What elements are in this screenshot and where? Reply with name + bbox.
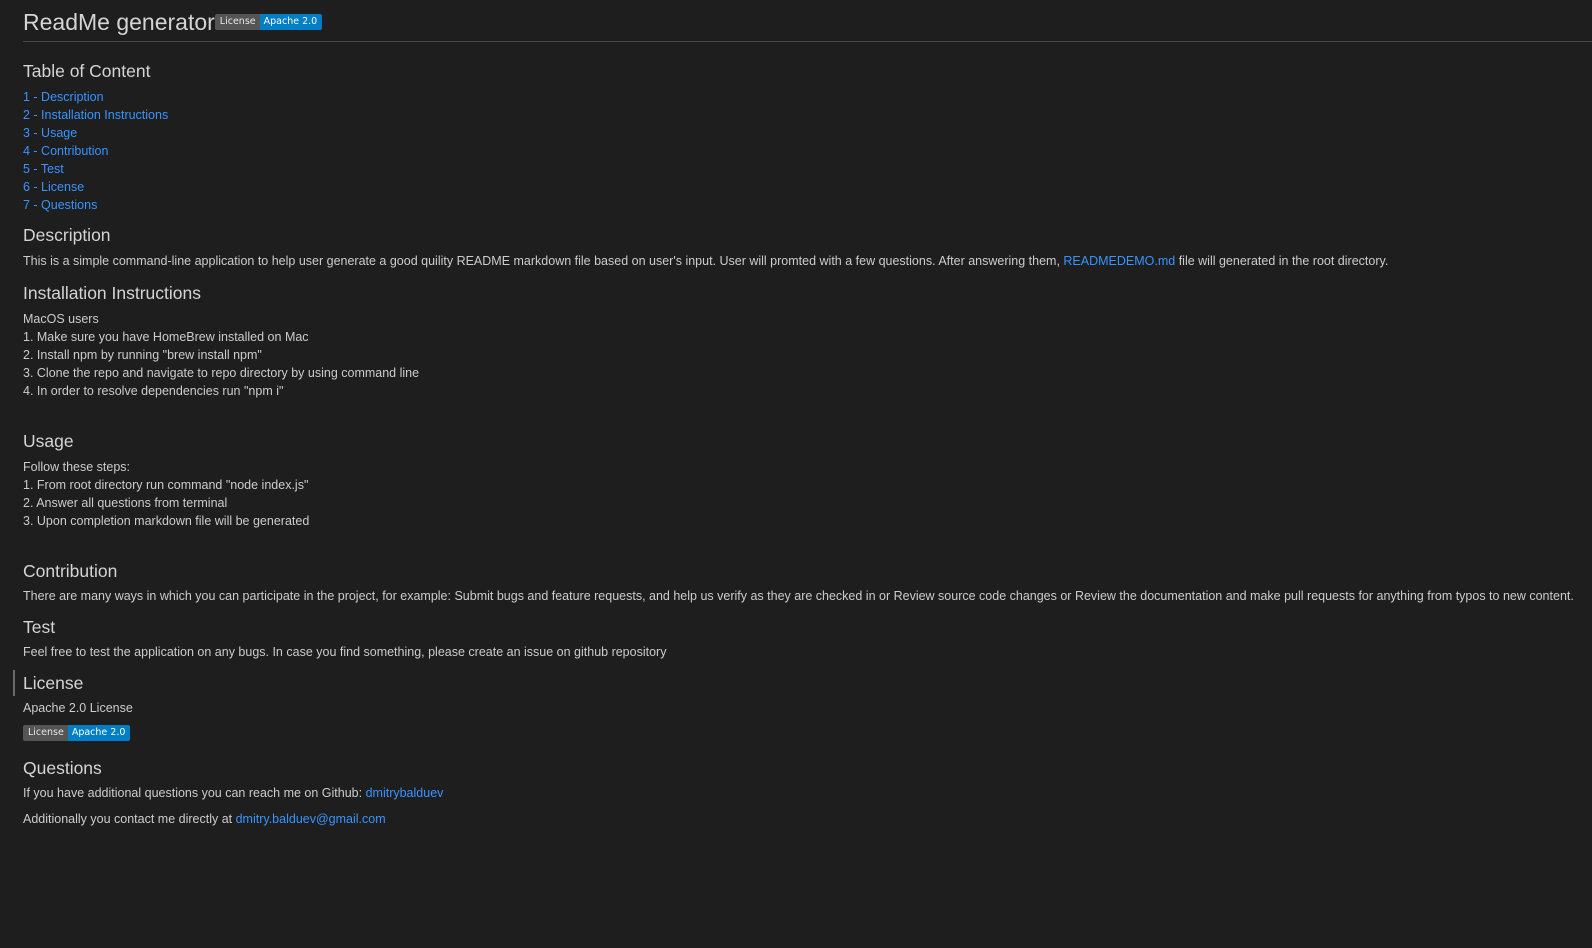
active-line-marker — [13, 670, 15, 696]
usage-line: 2. Answer all questions from terminal — [23, 496, 228, 510]
toc-link-test[interactable]: 5 - Test — [23, 160, 1592, 178]
toc-link-contribution[interactable]: 4 - Contribution — [23, 142, 1592, 160]
license-badge-value: Apache 2.0 — [259, 14, 323, 30]
test-text: Feel free to test the application on any… — [23, 645, 667, 659]
description-text-before: This is a simple command-line applicatio… — [23, 254, 1064, 268]
github-contact-prefix: If you have additional questions you can… — [23, 786, 366, 800]
readmedemo-link[interactable]: READMEDEMO.md — [1063, 254, 1175, 268]
description-text: This is a simple command-line applicatio… — [23, 252, 1592, 270]
license-badge-label: License — [23, 725, 68, 741]
toc-link-installation[interactable]: 2 - Installation Instructions — [23, 106, 1592, 124]
github-profile-link[interactable]: dmitrybalduev — [366, 786, 444, 800]
page-title: ReadMe generator License Apache 2.0 — [23, 0, 1592, 42]
toc-link-questions[interactable]: 7 - Questions — [23, 196, 1592, 214]
installation-line: 3. Clone the repo and navigate to repo d… — [23, 366, 420, 380]
license-badge-label: License — [214, 14, 260, 30]
questions-section: Questions If you have additional questio… — [23, 757, 1592, 828]
email-contact-prefix: Additionally you contact me directly at — [23, 812, 236, 826]
license-text: Apache 2.0 License — [23, 701, 133, 715]
usage-line: Follow these steps: — [23, 460, 130, 474]
github-contact-text: If you have additional questions you can… — [23, 784, 1592, 802]
installation-line: 2. Install npm by running "brew install … — [23, 348, 262, 362]
usage-section: Usage Follow these steps: 1. From root d… — [23, 430, 1592, 530]
test-section: Test Feel free to test the application o… — [23, 616, 1592, 661]
email-contact-text: Additionally you contact me directly at … — [23, 810, 1592, 828]
installation-text: MacOS users 1. Make sure you have HomeBr… — [23, 310, 1592, 400]
contribution-text: There are many ways in which you can par… — [23, 589, 1574, 603]
installation-line: 4. In order to resolve dependencies run … — [23, 384, 284, 398]
toc-heading: Table of Content — [23, 61, 151, 81]
usage-line: 1. From root directory run command "node… — [23, 478, 309, 492]
installation-line: MacOS users — [23, 312, 99, 326]
description-heading: Description — [23, 225, 111, 245]
contribution-section: Contribution There are many ways in whic… — [23, 560, 1592, 605]
installation-heading: Installation Instructions — [23, 283, 202, 303]
toc-link-usage[interactable]: 3 - Usage — [23, 124, 1592, 142]
description-text-after: file will generated in the root director… — [1175, 254, 1389, 268]
license-section-badge: License Apache 2.0 — [23, 725, 131, 741]
license-badge-value: Apache 2.0 — [67, 725, 131, 741]
license-heading: License — [23, 673, 84, 693]
readme-preview: ReadMe generator License Apache 2.0 Tabl… — [13, 0, 1592, 828]
license-badge: License Apache 2.0 — [214, 14, 323, 30]
page-title-text: ReadMe generator — [23, 9, 215, 35]
toc-link-description[interactable]: 1 - Description — [23, 88, 1592, 106]
usage-line: 3. Upon completion markdown file will be… — [23, 514, 310, 528]
usage-heading: Usage — [23, 431, 74, 451]
license-section: License Apache 2.0 License License Apach… — [13, 670, 1592, 741]
contribution-heading: Contribution — [23, 561, 118, 581]
test-heading: Test — [23, 617, 56, 637]
questions-heading: Questions — [23, 758, 102, 778]
installation-section: Installation Instructions MacOS users 1.… — [23, 282, 1592, 400]
email-link[interactable]: dmitry.balduev@gmail.com — [236, 812, 386, 826]
toc-link-license[interactable]: 6 - License — [23, 178, 1592, 196]
table-of-contents: 1 - Description 2 - Installation Instruc… — [23, 88, 1592, 214]
installation-line: 1. Make sure you have HomeBrew installed… — [23, 330, 309, 344]
description-section: Description This is a simple command-lin… — [23, 224, 1592, 270]
usage-text: Follow these steps: 1. From root directo… — [23, 458, 1592, 530]
